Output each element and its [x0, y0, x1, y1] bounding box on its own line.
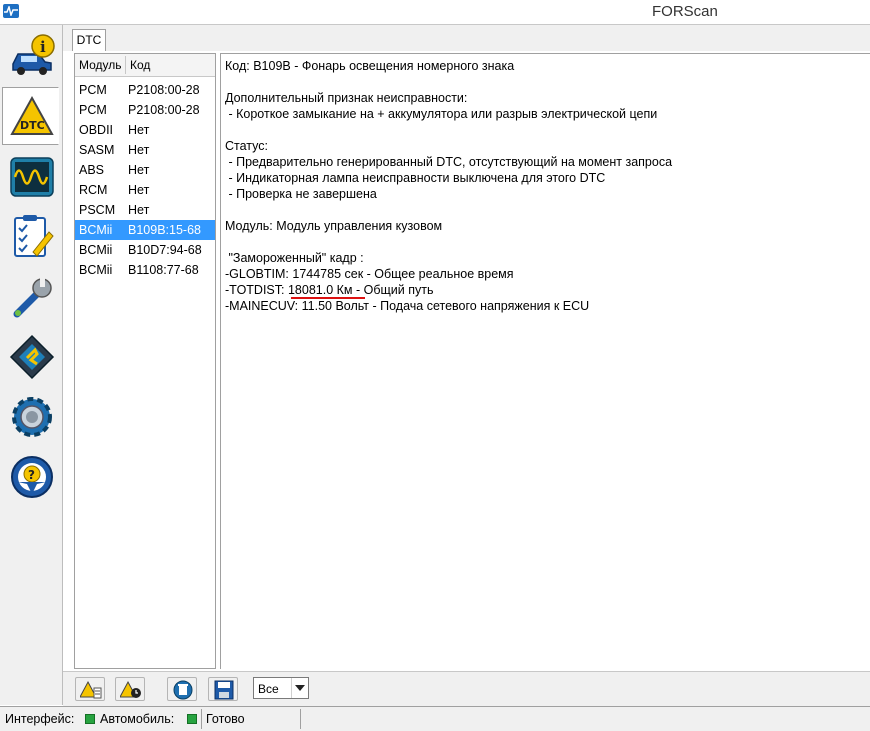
dtc-module: BCMii: [79, 223, 113, 237]
dtc-code: P2108:00-28: [128, 83, 200, 97]
window-title: FORScan: [652, 3, 718, 20]
vehicle-label: Автомобиль:: [100, 712, 175, 726]
status-text: Готово: [206, 712, 245, 726]
column-header-code[interactable]: Код: [130, 58, 150, 72]
dtc-row[interactable]: BCMii B10D7:94-68: [75, 240, 215, 260]
settings-gear-icon: [12, 397, 52, 437]
dtc-code: B1108:77-68: [128, 263, 199, 277]
interface-label: Интерфейс:: [5, 712, 75, 726]
dtc-list[interactable]: Модуль Код PCM P2108:00-28 PCM P2108:00-28…: [74, 53, 216, 669]
nav-service-button[interactable]: [2, 267, 59, 325]
dtc-module: OBDII: [79, 123, 114, 137]
status-bar: Интерфейс: Автомобиль: Готово: [0, 706, 870, 731]
dtc-row[interactable]: RCM Нет: [75, 180, 215, 200]
help-steering-icon: ?: [11, 456, 53, 498]
dtc-code-description: Код: B109B - Фонарь освещения номерного …: [225, 59, 515, 73]
dtc-code: Нет: [128, 203, 150, 217]
status-heading: Статус:: [225, 139, 268, 153]
car-info-icon: i: [12, 34, 55, 75]
status-line: - Проверка не завершена: [225, 187, 377, 201]
extra-symptom-heading: Дополнительный признак неисправности:: [225, 91, 468, 105]
dtc-row[interactable]: BCMii B1108:77-68: [75, 260, 215, 280]
dtc-code: Нет: [128, 183, 150, 197]
column-header-module[interactable]: Модуль: [79, 58, 122, 72]
checklist-icon: [14, 215, 54, 257]
dtc-details-pane[interactable]: Код: B109B - Фонарь освещения номерного …: [220, 53, 870, 669]
dtc-row[interactable]: PCM P2108:00-28: [75, 100, 215, 120]
save-icon: [214, 680, 234, 700]
nav-vehicle-info-button[interactable]: i: [2, 27, 59, 85]
nav-settings-button[interactable]: [2, 387, 59, 445]
nav-oscilloscope-button[interactable]: [2, 147, 59, 205]
tab-dtc[interactable]: DTC: [72, 29, 106, 51]
freeze-frame-totdist: -TOTDIST: 18081.0 Км - Общий путь: [225, 283, 434, 297]
nav-tests-button[interactable]: [2, 207, 59, 265]
side-nav: i DTC ?: [0, 25, 63, 705]
read-dtc-icon: [80, 680, 102, 699]
dtc-module: SASM: [79, 143, 115, 157]
dtc-toolbar: Все: [63, 671, 870, 706]
freeze-frame-globtim: -GLOBTIM: 1744785 сек - Общее реальное в…: [225, 267, 514, 281]
clear-dtc-icon: [173, 680, 193, 700]
module-line: Модуль: Модуль управления кузовом: [225, 219, 443, 233]
tab-strip: DTC: [63, 25, 870, 51]
app-logo-icon: [3, 4, 19, 18]
nav-help-button[interactable]: ?: [2, 447, 59, 505]
dtc-row[interactable]: PSCM Нет: [75, 200, 215, 220]
dtc-filter-select[interactable]: Все: [253, 677, 309, 699]
freeze-frame-mainecuv: -MAINECUV: 11.50 Вольт - Подача сетевого…: [225, 299, 590, 313]
dtc-row[interactable]: SASM Нет: [75, 140, 215, 160]
nav-configuration-button[interactable]: [2, 327, 59, 385]
dtc-code: P2108:00-28: [128, 103, 200, 117]
nav-dtc-button[interactable]: DTC: [2, 87, 59, 145]
dtc-code: B109B:15-68: [128, 223, 201, 237]
dtc-module: BCMii: [79, 243, 113, 257]
status-line: - Предварительно генерированный DTC, отс…: [225, 155, 673, 169]
svg-text:DTC: DTC: [20, 119, 45, 132]
read-dtc-button[interactable]: [75, 677, 105, 701]
vehicle-status-indicator: [187, 714, 197, 724]
dtc-code: Нет: [128, 163, 150, 177]
dtc-timer-button[interactable]: [115, 677, 145, 701]
dtc-module: BCMii: [79, 263, 113, 277]
dtc-code: B10D7:94-68: [128, 243, 202, 257]
status-line: - Индикаторная лампа неисправности выклю…: [225, 171, 606, 185]
extra-symptom-text: - Короткое замыкание на + аккумулятора и…: [225, 107, 658, 121]
dtc-module: RCM: [79, 183, 108, 197]
dtc-module: PCM: [79, 103, 107, 117]
save-button[interactable]: [208, 677, 238, 701]
chevron-down-icon[interactable]: [291, 678, 308, 698]
wrench-icon: [13, 278, 52, 318]
dtc-warning-icon: DTC: [10, 95, 54, 135]
freeze-frame-heading: "Замороженный" кадр :: [225, 251, 364, 265]
dtc-row[interactable]: PCM P2108:00-28: [75, 80, 215, 100]
dtc-row-selected[interactable]: BCMii B109B:15-68: [75, 220, 215, 240]
dtc-list-header: Модуль Код: [75, 54, 215, 77]
svg-text:?: ?: [28, 468, 35, 482]
oscilloscope-icon: [10, 157, 54, 197]
svg-text:i: i: [40, 38, 46, 56]
dtc-module: ABS: [79, 163, 105, 177]
dtc-filter-value: Все: [258, 682, 279, 696]
dtc-row[interactable]: OBDII Нет: [75, 120, 215, 140]
dtc-code: Нет: [128, 143, 150, 157]
dtc-timer-icon: [120, 680, 141, 698]
dtc-code: Нет: [128, 123, 150, 137]
dtc-module: PCM: [79, 83, 107, 97]
interface-status-indicator: [85, 714, 95, 724]
title-bar: FORScan: [0, 0, 870, 25]
clear-dtc-button[interactable]: [167, 677, 197, 701]
dtc-row[interactable]: ABS Нет: [75, 160, 215, 180]
dtc-module: PSCM: [79, 203, 116, 217]
chip-icon: [9, 334, 55, 380]
